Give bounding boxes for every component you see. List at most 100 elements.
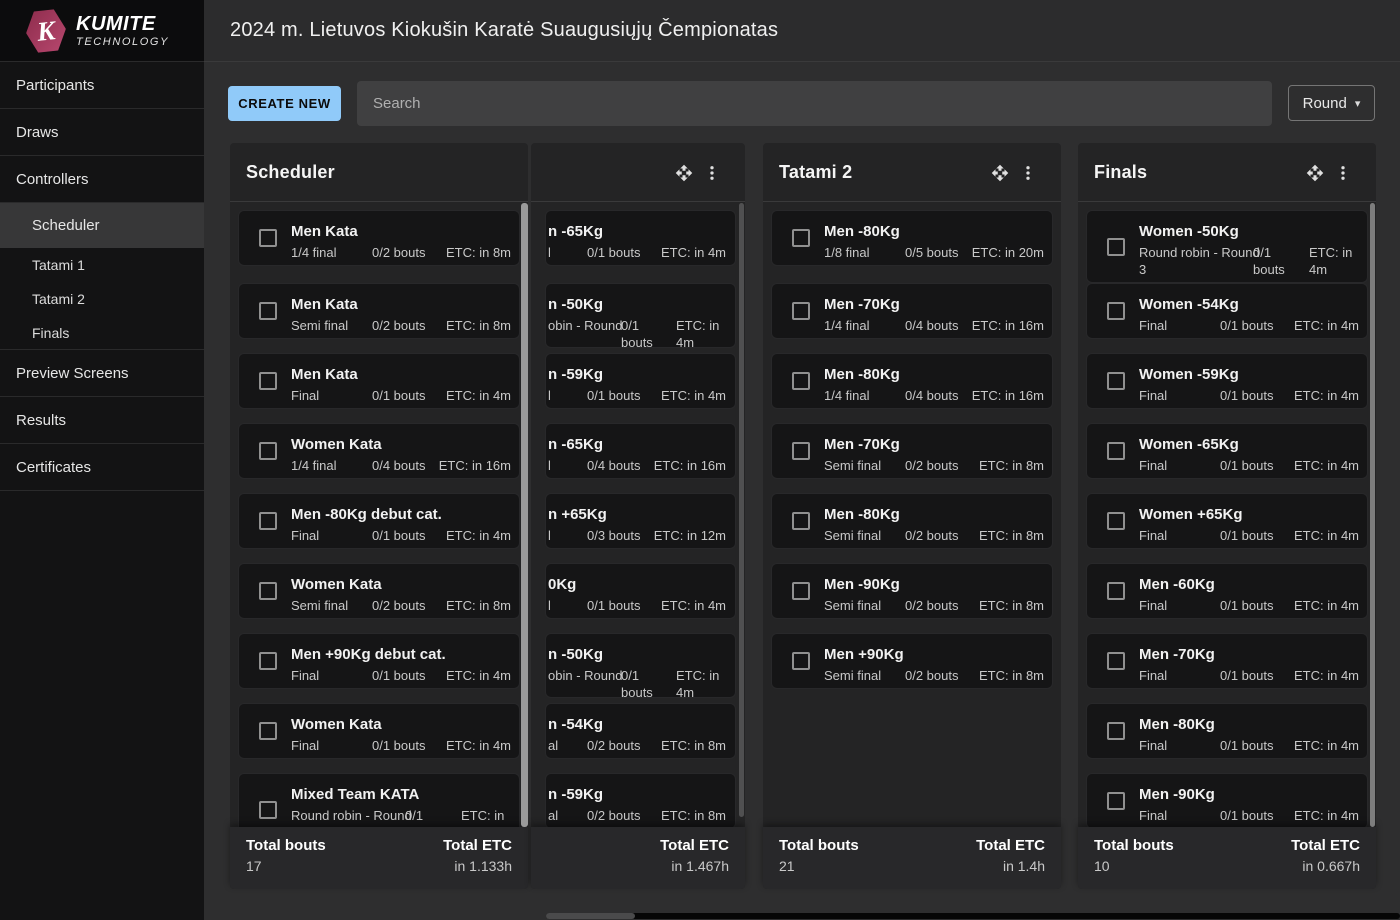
card-meta: l0/1 boutsETC: in 4m <box>546 244 735 272</box>
bout-card[interactable]: Men KataSemi final0/2 boutsETC: in 8m <box>238 283 520 339</box>
bout-card[interactable]: n -50Kgobin - Round0/1 boutsETC: in 4m <box>545 283 736 348</box>
card-title: n -50Kg <box>548 646 603 663</box>
move-column-icon[interactable] <box>991 164 1009 182</box>
bout-card[interactable]: Men -80Kg debut cat.Final0/1 boutsETC: i… <box>238 493 520 549</box>
total-etc-label: Total ETC <box>976 837 1045 854</box>
card-etc: ETC: in 4m <box>446 527 511 544</box>
horizontal-scrollbar-track[interactable] <box>546 913 1400 919</box>
bout-card[interactable]: Women -50KgRound robin - Round 30/1 bout… <box>1086 210 1368 283</box>
bout-card[interactable]: Women KataSemi final0/2 boutsETC: in 8m <box>238 563 520 619</box>
sidebar-item-tatami-1[interactable]: Tatami 1 <box>0 248 204 282</box>
total-etc-value: in 0.667h <box>1291 858 1360 874</box>
card-round: l <box>548 597 551 614</box>
card-bouts: 0/1 bouts <box>1220 597 1274 614</box>
bout-card[interactable]: n -65Kgl0/1 boutsETC: in 4m <box>545 210 736 266</box>
bout-card[interactable]: Men -70KgFinal0/1 boutsETC: in 4m <box>1086 633 1368 689</box>
brand-name: KUMITE <box>76 14 169 34</box>
bout-card[interactable]: Men -80KgSemi final0/2 boutsETC: in 8m <box>771 493 1053 549</box>
bout-card[interactable]: Women +65KgFinal0/1 boutsETC: in 4m <box>1086 493 1368 549</box>
card-bouts: 0/1 bouts <box>1220 667 1274 684</box>
total-bouts-label: Total bouts <box>1094 837 1174 854</box>
bout-card[interactable]: n -50Kgobin - Round0/1 boutsETC: in 4m <box>545 633 736 698</box>
card-etc: ETC: in 16m <box>654 457 726 474</box>
total-bouts-value: 10 <box>1094 858 1174 874</box>
card-meta: Semi final0/2 boutsETC: in 8m <box>772 527 1052 555</box>
card-bouts: 0/2 bouts <box>587 737 641 754</box>
bout-card[interactable]: Men -80KgFinal0/1 boutsETC: in 4m <box>1086 703 1368 759</box>
bout-card[interactable]: Women Kata1/4 final0/4 boutsETC: in 16m <box>238 423 520 479</box>
card-bouts: 0/5 bouts <box>905 244 959 261</box>
column-menu-icon[interactable] <box>1334 164 1352 182</box>
column-menu-icon[interactable] <box>703 164 721 182</box>
bout-card[interactable]: Men -60KgFinal0/1 boutsETC: in 4m <box>1086 563 1368 619</box>
bout-card[interactable]: n -54Kgal0/2 boutsETC: in 8m <box>545 703 736 759</box>
card-title: Men -70Kg <box>824 436 900 453</box>
move-column-icon[interactable] <box>675 164 693 182</box>
sidebar-item-results[interactable]: Results <box>0 397 204 444</box>
card-round: Final <box>1139 317 1167 334</box>
sidebar-item-draws[interactable]: Draws <box>0 109 204 156</box>
round-dropdown[interactable]: Round ▾ <box>1288 85 1375 121</box>
bout-card[interactable]: n +65Kgl0/3 boutsETC: in 12m <box>545 493 736 549</box>
bout-card[interactable]: Men -80Kg1/8 final0/5 boutsETC: in 20m <box>771 210 1053 266</box>
horizontal-scrollbar-thumb[interactable] <box>546 913 635 919</box>
bout-card[interactable]: n -59Kgal0/2 boutsETC: in 8m <box>545 773 736 827</box>
total-bouts-label: Total bouts <box>779 837 859 854</box>
move-column-icon[interactable] <box>1306 164 1324 182</box>
card-etc: ETC: in 4m <box>1294 807 1359 824</box>
card-round: Semi final <box>824 457 881 474</box>
bout-card[interactable]: Men +90Kg debut cat.Final0/1 boutsETC: i… <box>238 633 520 689</box>
bout-card[interactable]: Women -65KgFinal0/1 boutsETC: in 4m <box>1086 423 1368 479</box>
card-round: l <box>548 457 551 474</box>
card-meta: 1/4 final0/4 boutsETC: in 16m <box>239 457 519 485</box>
bout-card[interactable]: Women -54KgFinal0/1 boutsETC: in 4m <box>1086 283 1368 339</box>
bout-card[interactable]: Men +90KgSemi final0/2 boutsETC: in 8m <box>771 633 1053 689</box>
card-title: Men -80Kg <box>1139 716 1215 733</box>
card-etc: ETC: in 8m <box>979 667 1044 684</box>
card-bouts: 0/4 bouts <box>372 457 426 474</box>
brand-logo[interactable]: K KUMITE TECHNOLOGY <box>0 0 204 62</box>
card-etc: ETC: in 4m <box>1294 457 1359 474</box>
bout-card[interactable]: Men -70Kg1/4 final0/4 boutsETC: in 16m <box>771 283 1053 339</box>
create-new-button[interactable]: CREATE NEW <box>228 86 341 121</box>
vertical-scrollbar-thumb[interactable] <box>521 203 528 827</box>
bout-card[interactable]: Men KataFinal0/1 boutsETC: in 4m <box>238 353 520 409</box>
bout-card[interactable]: Men -80Kg1/4 final0/4 boutsETC: in 16m <box>771 353 1053 409</box>
column-header: Finals <box>1078 143 1376 202</box>
column-card-list: Women -50Kg Round robin - Round 3 0/1 bout… <box>1078 202 1376 827</box>
sidebar-item-certificates[interactable]: Certificates <box>0 444 204 491</box>
bout-card[interactable]: Men Kata1/4 final0/2 boutsETC: in 8m <box>238 210 520 266</box>
total-etc-label: Total ETC <box>1291 837 1360 854</box>
card-etc: ETC: in 8m <box>661 737 726 754</box>
column-header: Tatami 2 <box>763 143 1061 202</box>
bout-card[interactable]: Men -90KgSemi final0/2 boutsETC: in 8m <box>771 563 1053 619</box>
card-round: Round robin - Round 3 <box>1139 244 1260 278</box>
column-menu-icon[interactable] <box>1019 164 1037 182</box>
card-title: Men -80Kg <box>824 223 900 240</box>
sidebar-item-finals[interactable]: Finals <box>0 316 204 350</box>
sidebar-item-participants[interactable]: Participants <box>0 62 204 109</box>
sidebar-item-scheduler[interactable]: Scheduler <box>0 203 204 248</box>
bout-card[interactable]: Women KataFinal0/1 boutsETC: in 4m <box>238 703 520 759</box>
bout-card[interactable]: Men -70KgSemi final0/2 boutsETC: in 8m <box>771 423 1053 479</box>
card-etc: ETC: in 4m <box>676 667 719 701</box>
bout-card[interactable]: Women -59KgFinal0/1 boutsETC: in 4m <box>1086 353 1368 409</box>
vertical-scrollbar-thumb[interactable] <box>739 203 744 817</box>
card-etc: ETC: in 16m <box>972 387 1044 404</box>
sidebar-item-controllers[interactable]: Controllers <box>0 156 204 203</box>
card-bouts: 0/2 bouts <box>905 457 959 474</box>
sidebar-item-tatami-2[interactable]: Tatami 2 <box>0 282 204 316</box>
vertical-scrollbar-thumb[interactable] <box>1370 203 1375 827</box>
search-input[interactable] <box>357 81 1272 126</box>
bout-card[interactable]: Mixed Team KATARound robin - Round 10/1 … <box>238 773 520 827</box>
bout-card[interactable]: 0Kgl0/1 boutsETC: in 4m <box>545 563 736 619</box>
sidebar: K KUMITE TECHNOLOGY ParticipantsDrawsCon… <box>0 0 204 920</box>
bout-card[interactable]: n -65Kgl0/4 boutsETC: in 16m <box>545 423 736 479</box>
sidebar-item-preview-screens[interactable]: Preview Screens <box>0 350 204 397</box>
card-title: Women -50Kg <box>1139 223 1239 240</box>
card-bouts: 0/4 bouts <box>905 317 959 334</box>
bout-card[interactable]: Men -90KgFinal0/1 boutsETC: in 4m <box>1086 773 1368 827</box>
bout-card[interactable]: n -59Kgl0/1 boutsETC: in 4m <box>545 353 736 409</box>
card-meta: 1/8 final0/5 boutsETC: in 20m <box>772 244 1052 272</box>
card-title: Women Kata <box>291 436 382 453</box>
